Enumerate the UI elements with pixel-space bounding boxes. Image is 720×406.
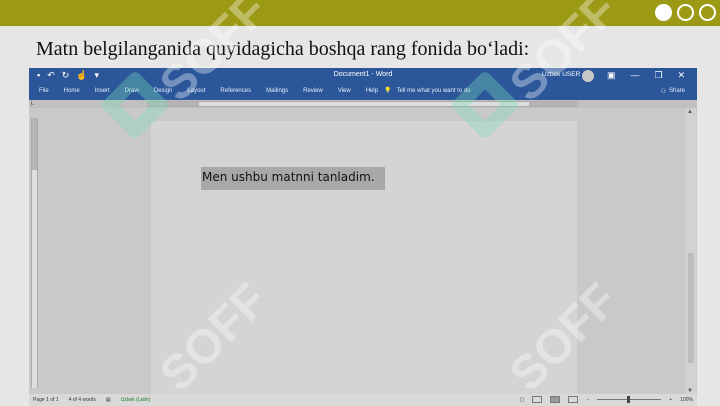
web-layout-button[interactable] (568, 396, 579, 403)
zoom-out-icon[interactable]: − (586, 397, 589, 403)
ribbon-tabs: File Home Insert Draw Design Layout Refe… (39, 88, 393, 94)
tab-references[interactable]: References (220, 88, 251, 94)
read-mode-button[interactable] (532, 396, 543, 403)
share-label: Share (668, 88, 685, 94)
vertical-scrollbar[interactable]: ▲ ▼ (686, 108, 696, 394)
proofing-icon[interactable]: ▤ (106, 397, 111, 403)
title-bar: ▪ ↶ ↻ ☝ ▾ Document1 - Word Uzbek USER ▣ … (29, 68, 697, 84)
zoom-level[interactable]: 100% (680, 397, 693, 403)
tab-mailings[interactable]: Mailings (266, 88, 288, 94)
page-count[interactable]: Page 1 of 1 (33, 397, 59, 403)
ribbon: File Home Insert Draw Design Layout Refe… (29, 84, 697, 100)
scroll-thumb[interactable] (688, 253, 694, 363)
tab-help[interactable]: Help (366, 88, 378, 94)
document-title: Document1 - Word (333, 71, 393, 78)
zoom-in-icon[interactable]: + (669, 397, 672, 403)
window-controls: ▣ — ❐ ✕ (607, 69, 685, 82)
print-layout-button[interactable] (550, 396, 561, 403)
language-indicator[interactable]: Uzbek (Latin) (121, 397, 151, 403)
dot-outline (699, 4, 716, 21)
user-name[interactable]: Uzbek USER (542, 71, 580, 78)
ruler-left-margin (147, 102, 199, 106)
tell-me-text: Tell me what you want to do (396, 87, 471, 94)
ruler-row: L (29, 100, 697, 108)
vertical-ruler[interactable] (31, 118, 38, 388)
word-window: ▪ ↶ ↻ ☝ ▾ Document1 - Word Uzbek USER ▣ … (29, 68, 697, 406)
vertical-ruler-margin (32, 118, 37, 170)
slide-top-bar (0, 0, 720, 26)
person-icon: ⚇ (660, 89, 666, 95)
tab-selector-icon[interactable]: L (31, 101, 34, 107)
tab-insert[interactable]: Insert (95, 88, 110, 94)
tab-draw[interactable]: Draw (125, 88, 139, 94)
tell-me-box[interactable]: 💡 Tell me what you want to do (384, 87, 471, 95)
share-button[interactable]: ⚇ Share (661, 88, 685, 95)
selected-text[interactable]: Men ushbu matnni tanladim. (201, 167, 385, 190)
tab-file[interactable]: File (39, 88, 49, 94)
tab-review[interactable]: Review (303, 88, 323, 94)
tab-layout[interactable]: Layout (187, 88, 205, 94)
scroll-up-icon[interactable]: ▲ (687, 109, 693, 115)
word-count[interactable]: 4 of 4 words (69, 397, 96, 403)
restore-icon[interactable]: ❐ (655, 69, 663, 82)
dot-filled (655, 4, 672, 21)
ribbon-display-icon[interactable]: ▣ (607, 69, 616, 82)
slide-dots (655, 4, 716, 21)
document-page[interactable]: Men ushbu matnni tanladim. (151, 121, 577, 397)
zoom-slider[interactable] (597, 396, 662, 403)
zoom-slider-knob[interactable] (627, 396, 631, 403)
tab-view[interactable]: View (338, 88, 351, 94)
status-bar: Page 1 of 1 4 of 4 words ▤ Uzbek (Latin)… (29, 394, 697, 406)
slide-title: Matn belgilanganida quyidagicha boshqa r… (36, 38, 530, 60)
minimize-icon[interactable]: — (631, 69, 640, 82)
avatar[interactable] (582, 70, 594, 82)
focus-icon[interactable]: ▢ (520, 397, 525, 403)
tab-design[interactable]: Design (154, 88, 173, 94)
ruler-right-margin (529, 102, 577, 106)
horizontal-ruler[interactable] (147, 101, 577, 107)
tab-home[interactable]: Home (64, 88, 80, 94)
lightbulb-icon: 💡 (384, 88, 392, 94)
close-icon[interactable]: ✕ (678, 69, 686, 82)
dot-outline (677, 4, 694, 21)
